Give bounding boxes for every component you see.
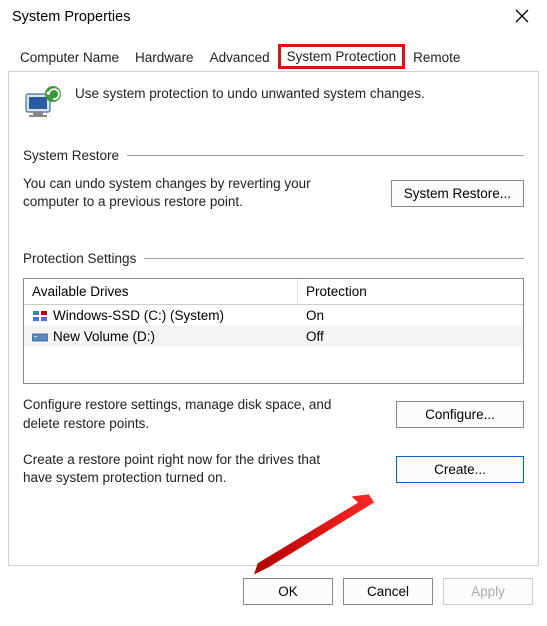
divider <box>127 155 524 156</box>
configure-button[interactable]: Configure... <box>396 401 524 428</box>
restore-description: You can undo system changes by reverting… <box>23 175 333 211</box>
intro-text: Use system protection to undo unwanted s… <box>75 84 425 101</box>
close-icon <box>515 9 529 23</box>
drive-row[interactable]: New Volume (D:) Off <box>24 326 523 347</box>
drive-c-icon <box>32 310 48 322</box>
create-description: Create a restore point right now for the… <box>23 451 333 487</box>
system-properties-window: System Properties Computer Name Hardware… <box>0 0 547 626</box>
titlebar: System Properties <box>0 0 547 28</box>
tab-content: Use system protection to undo unwanted s… <box>8 71 539 566</box>
drive-row[interactable]: Windows-SSD (C:) (System) On <box>24 305 523 326</box>
cancel-button[interactable]: Cancel <box>343 578 433 605</box>
drive-d-icon <box>32 331 48 343</box>
drives-table: Available Drives Protection Windows- <box>23 278 524 384</box>
tab-computer-name[interactable]: Computer Name <box>12 46 127 69</box>
drives-header: Available Drives Protection <box>24 279 523 305</box>
drive-protection: Off <box>298 326 523 347</box>
drive-protection: On <box>298 305 523 326</box>
create-button[interactable]: Create... <box>396 456 524 483</box>
tab-advanced[interactable]: Advanced <box>202 46 278 69</box>
close-button[interactable] <box>507 8 537 26</box>
system-restore-title: System Restore <box>23 148 127 163</box>
tab-remote[interactable]: Remote <box>405 46 468 69</box>
window-title: System Properties <box>12 9 130 25</box>
tab-strip: Computer Name Hardware Advanced System P… <box>0 28 547 69</box>
dialog-buttons: OK Cancel Apply <box>0 566 547 616</box>
tab-system-protection[interactable]: System Protection <box>278 44 406 69</box>
system-protection-icon <box>23 84 63 124</box>
protection-settings-group: Protection Settings Available Drives Pro… <box>23 251 524 487</box>
ok-button[interactable]: OK <box>243 578 333 605</box>
drive-name: New Volume (D:) <box>53 329 155 344</box>
tab-hardware[interactable]: Hardware <box>127 46 202 69</box>
system-restore-group: System Restore You can undo system chang… <box>23 148 524 211</box>
apply-button: Apply <box>443 578 533 605</box>
col-protection[interactable]: Protection <box>298 279 523 304</box>
drive-name: Windows-SSD (C:) (System) <box>53 308 224 323</box>
divider <box>144 258 524 259</box>
system-restore-button[interactable]: System Restore... <box>391 180 524 207</box>
configure-description: Configure restore settings, manage disk … <box>23 396 333 432</box>
intro-row: Use system protection to undo unwanted s… <box>23 84 524 124</box>
drives-body: Windows-SSD (C:) (System) On New Volume … <box>24 305 523 383</box>
protection-settings-title: Protection Settings <box>23 251 144 266</box>
col-available-drives[interactable]: Available Drives <box>24 279 298 304</box>
